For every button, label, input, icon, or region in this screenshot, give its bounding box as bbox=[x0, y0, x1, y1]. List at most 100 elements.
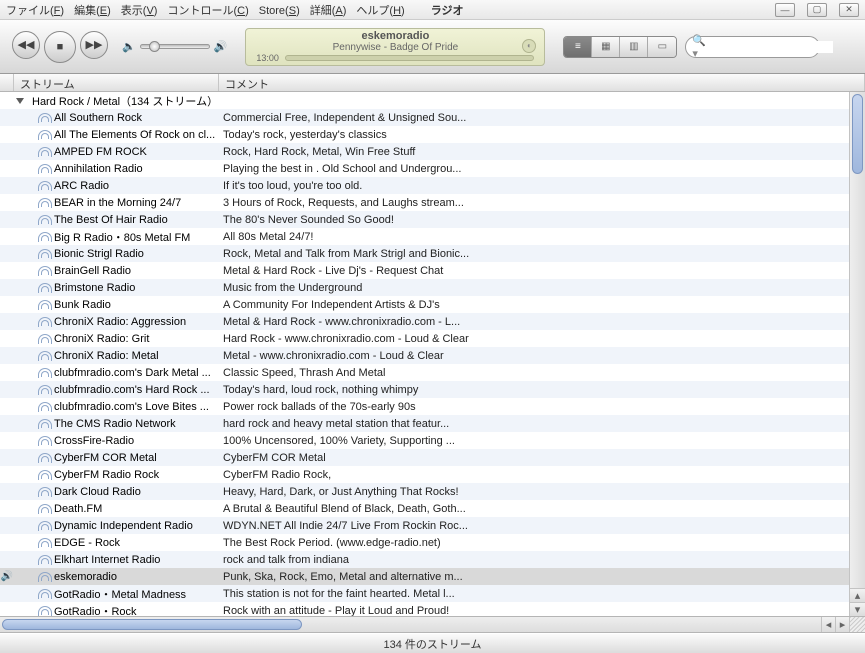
table-row[interactable]: All The Elements Of Rock on cl...Today's… bbox=[0, 126, 849, 143]
lcd-title: eskemoradio bbox=[361, 30, 429, 42]
station-name: All The Elements Of Rock on cl... bbox=[54, 129, 215, 141]
station-comment: rock and talk from indiana bbox=[219, 554, 849, 566]
vscroll-up-icon[interactable]: ▴ bbox=[850, 588, 865, 602]
menu-item[interactable]: コントロール(C) bbox=[167, 5, 248, 17]
table-row[interactable]: Dynamic Independent Radio WDYN.NET All In… bbox=[0, 517, 849, 534]
station-comment: Heavy, Hard, Dark, or Just Anything That… bbox=[219, 486, 849, 498]
disclosure-triangle-icon[interactable] bbox=[16, 98, 24, 104]
view-other-button[interactable]: ▭ bbox=[648, 37, 676, 57]
station-comment: 100% Uncensored, 100% Variety, Supportin… bbox=[219, 435, 849, 447]
station-name: clubfmradio.com's Dark Metal ... bbox=[54, 367, 211, 379]
horizontal-scrollbar[interactable]: ◂ ▸ bbox=[0, 617, 865, 633]
hscroll-right-icon[interactable]: ▸ bbox=[835, 617, 849, 632]
table-row[interactable]: Brimstone RadioMusic from the Undergroun… bbox=[0, 279, 849, 296]
table-row[interactable]: The Best Of Hair RadioThe 80's Never Sou… bbox=[0, 211, 849, 228]
menu-item[interactable]: Store(S) bbox=[259, 5, 300, 17]
table-row[interactable]: Annihilation RadioPlaying the best in . … bbox=[0, 160, 849, 177]
lcd-stop-icon[interactable]: ◐ bbox=[522, 39, 536, 53]
radio-icon bbox=[38, 198, 50, 207]
menu-item[interactable]: 編集(E) bbox=[74, 5, 111, 17]
station-comment: Power rock ballads of the 70s-early 90s bbox=[219, 401, 849, 413]
table-row[interactable]: CyberFM Radio RockCyberFM Radio Rock, bbox=[0, 466, 849, 483]
table-row[interactable]: ChroniX Radio: GritHard Rock - www.chron… bbox=[0, 330, 849, 347]
station-comment: All 80s Metal 24/7! bbox=[219, 231, 849, 243]
radio-icon bbox=[38, 283, 50, 292]
vscroll-down-icon[interactable]: ▾ bbox=[850, 602, 865, 616]
table-row[interactable]: Bionic Strigl RadioRock, Metal and Talk … bbox=[0, 245, 849, 262]
station-comment: WDYN.NET All Indie 24/7 Live From Rockin… bbox=[219, 520, 849, 532]
table-row[interactable]: Death.FMA Brutal & Beautiful Blend of Bl… bbox=[0, 500, 849, 517]
station-name: Dynamic Independent Radio bbox=[54, 520, 193, 532]
table-row[interactable]: Big R Radio・80s Metal FMAll 80s Metal 24… bbox=[0, 228, 849, 245]
search-input[interactable] bbox=[710, 41, 833, 53]
radio-icon bbox=[38, 538, 50, 547]
station-name: BEAR in the Morning 24/7 bbox=[54, 197, 181, 209]
table-row[interactable]: GotRadio・RockRock with an attitude - Pla… bbox=[0, 602, 849, 616]
station-comment: Metal & Hard Rock - Live Dj's - Request … bbox=[219, 265, 849, 277]
radio-icon bbox=[38, 351, 50, 360]
col-stream-header[interactable]: ストリーム bbox=[14, 74, 219, 91]
station-name: clubfmradio.com's Love Bites ... bbox=[54, 401, 209, 413]
radio-icon bbox=[38, 130, 50, 139]
table-row[interactable]: BEAR in the Morning 24/73 Hours of Rock,… bbox=[0, 194, 849, 211]
station-comment: Music from the Underground bbox=[219, 282, 849, 294]
station-comment: This station is not for the faint hearte… bbox=[219, 588, 849, 600]
table-row[interactable]: ChroniX Radio: MetalMetal - www.chronixr… bbox=[0, 347, 849, 364]
station-name: All Southern Rock bbox=[54, 112, 142, 124]
station-name: The CMS Radio Network bbox=[54, 418, 176, 430]
lcd-time: 13:00 bbox=[256, 53, 279, 63]
table-row[interactable]: Dark Cloud Radio Heavy, Hard, Dark, or Ju… bbox=[0, 483, 849, 500]
hscroll-thumb[interactable] bbox=[2, 619, 302, 630]
table-row[interactable]: clubfmradio.com's Dark Metal ...Classic … bbox=[0, 364, 849, 381]
table-row[interactable]: clubfmradio.com's Hard Rock ...Today's h… bbox=[0, 381, 849, 398]
station-name: Dark Cloud Radio bbox=[54, 486, 141, 498]
vscroll-thumb[interactable] bbox=[852, 94, 863, 174]
radio-icon bbox=[38, 334, 50, 343]
view-grid-button[interactable]: ▦ bbox=[592, 37, 620, 57]
lcd-progress[interactable] bbox=[285, 55, 534, 61]
next-button[interactable]: ▶▶ bbox=[80, 31, 108, 59]
station-comment: The Best Rock Period. (www.edge-radio.ne… bbox=[219, 537, 849, 549]
menu-item[interactable]: ファイル(F) bbox=[6, 5, 64, 17]
table-row[interactable]: BrainGell RadioMetal & Hard Rock - Live … bbox=[0, 262, 849, 279]
prev-button[interactable]: ◀◀ bbox=[12, 31, 40, 59]
maximize-button[interactable]: ▢ bbox=[807, 3, 827, 17]
table-row[interactable]: clubfmradio.com's Love Bites ... Power ro… bbox=[0, 398, 849, 415]
group-label: Hard Rock / Metal（134 ストリーム） bbox=[32, 93, 218, 109]
table-row[interactable]: GotRadio・Metal MadnessThis station is no… bbox=[0, 585, 849, 602]
view-coverflow-button[interactable]: ▥ bbox=[620, 37, 648, 57]
table-row[interactable]: ChroniX Radio: AggressionMetal & Hard Ro… bbox=[0, 313, 849, 330]
volume-control[interactable]: 🔈 🔊 bbox=[122, 40, 227, 53]
now-playing-icon: 🔊 bbox=[1, 571, 13, 582]
col-comment-header[interactable]: コメント bbox=[219, 74, 865, 91]
table-row[interactable]: ARC RadioIf it's too loud, you're too ol… bbox=[0, 177, 849, 194]
station-name: CyberFM COR Metal bbox=[54, 452, 157, 464]
table-row[interactable]: The CMS Radio Network hard rock and heav… bbox=[0, 415, 849, 432]
station-name: Annihilation Radio bbox=[54, 163, 143, 175]
search-field[interactable]: 🔍▾ bbox=[685, 36, 820, 58]
table-row[interactable]: EDGE - RockThe Best Rock Period. (www.ed… bbox=[0, 534, 849, 551]
table-row[interactable]: All Southern RockCommercial Free, Indepe… bbox=[0, 109, 849, 126]
view-list-button[interactable]: ≡ bbox=[564, 37, 592, 57]
menu-item[interactable]: 詳細(A) bbox=[310, 5, 347, 17]
minimize-button[interactable]: — bbox=[775, 3, 795, 17]
table-row[interactable]: Elkhart Internet Radiorock and talk from… bbox=[0, 551, 849, 568]
radio-icon bbox=[38, 164, 50, 173]
station-name: ARC Radio bbox=[54, 180, 109, 192]
stop-button[interactable]: ■ bbox=[44, 31, 76, 63]
vertical-scrollbar[interactable]: ▴ ▾ bbox=[849, 92, 865, 616]
close-button[interactable]: ✕ bbox=[839, 3, 859, 17]
group-row[interactable]: Hard Rock / Metal（134 ストリーム） bbox=[0, 92, 849, 109]
menu-item[interactable]: 表示(V) bbox=[121, 5, 158, 17]
volume-slider[interactable] bbox=[140, 44, 210, 49]
table-row[interactable]: AMPED FM ROCKRock, Hard Rock, Metal, Win… bbox=[0, 143, 849, 160]
menu-item[interactable]: ヘルプ(H) bbox=[356, 5, 404, 17]
resize-grip-icon[interactable] bbox=[849, 617, 865, 632]
radio-icon bbox=[38, 402, 50, 411]
radio-icon bbox=[38, 589, 50, 598]
table-row[interactable]: CyberFM COR MetalCyberFM COR Metal bbox=[0, 449, 849, 466]
table-row[interactable]: Bunk RadioA Community For Independent Ar… bbox=[0, 296, 849, 313]
table-row[interactable]: CrossFire-Radio100% Uncensored, 100% Var… bbox=[0, 432, 849, 449]
hscroll-left-icon[interactable]: ◂ bbox=[821, 617, 835, 632]
table-row[interactable]: 🔊eskemoradioPunk, Ska, Rock, Emo, Metal … bbox=[0, 568, 849, 585]
